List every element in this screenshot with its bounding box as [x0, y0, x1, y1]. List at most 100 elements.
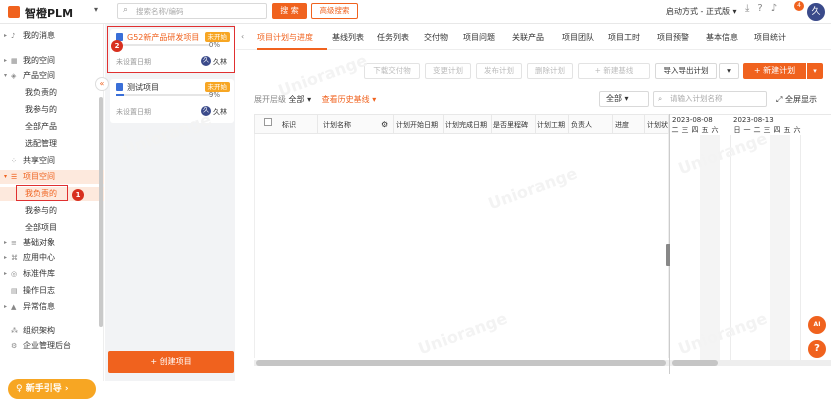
help-button[interactable]: ? — [808, 340, 826, 358]
nav-exceptions[interactable]: ▸ ▲ 异常信息 — [0, 300, 104, 314]
bell-icon: ♪ — [11, 32, 16, 40]
tab-tasks[interactable]: 任务列表 — [377, 32, 409, 43]
col-id[interactable]: 标识 — [282, 120, 296, 130]
col-milestone[interactable]: 是否里程碑 — [493, 120, 528, 130]
gantt-day: 日 — [733, 126, 741, 134]
col-plan-name[interactable]: 计划名称 — [323, 120, 351, 130]
create-project-button[interactable]: + 创建项目 — [108, 351, 234, 373]
tab-team[interactable]: 项目团队 — [562, 32, 594, 43]
delete-plan-button[interactable]: 删除计划 — [527, 63, 573, 79]
tab-basic-info[interactable]: 基本信息 — [706, 32, 738, 43]
org-icon: ⁂ — [11, 327, 18, 335]
download-icon[interactable]: ⤓ — [745, 3, 749, 14]
bulb-icon: ♀ — [16, 384, 26, 394]
nav-project-all[interactable]: 全部项目 — [0, 221, 104, 235]
tab-plan-progress[interactable]: 项目计划与进度 — [257, 32, 313, 43]
advanced-search-button[interactable]: 高级搜索 — [311, 3, 358, 19]
nav-standard-parts[interactable]: ▸ ◎ 标准件库 — [0, 267, 104, 281]
col-progress[interactable]: 进度 — [615, 120, 629, 130]
tab-deliverables[interactable]: 交付物 — [424, 32, 448, 43]
nav-enterprise-admin[interactable]: ⚙ 企业管理后台 — [0, 339, 104, 353]
user-avatar[interactable]: 久 — [807, 3, 825, 21]
project-list-panel: G52新产品研发项目 未开始 0% 未设置日期 久 久林 测试项目 未开始 9%… — [105, 24, 235, 381]
help-icon[interactable]: ? — [757, 3, 762, 14]
nav-product-joined[interactable]: 我参与的 — [0, 103, 104, 117]
plan-search-input[interactable]: ⌕ 请输入计划名称 — [653, 91, 767, 107]
nav-shared-space[interactable]: ⁘ 共享空间 — [0, 154, 104, 168]
search-icon: ⌕ — [123, 5, 129, 15]
tab-products[interactable]: 关联产品 — [512, 32, 544, 43]
nav-product-all[interactable]: 全部产品 — [0, 120, 104, 134]
warning-icon: ▲ — [11, 303, 17, 311]
table-horizontal-scrollbar[interactable] — [254, 360, 669, 366]
gantt-day: 六 — [711, 126, 719, 134]
import-export-dropdown[interactable]: ▾ — [719, 63, 739, 79]
app-logo-text: 智橙PLM — [25, 7, 74, 20]
search-button[interactable]: 搜 索 — [272, 3, 307, 19]
tab-issues[interactable]: 项目问题 — [463, 32, 495, 43]
tab-baselines[interactable]: 基线列表 — [332, 32, 364, 43]
main-content: ‹ 项目计划与进度 基线列表 任务列表 交付物 项目问题 关联产品 项目团队 项… — [236, 24, 831, 381]
project-date: 未设置日期 — [116, 108, 151, 116]
select-all-checkbox[interactable] — [264, 118, 272, 126]
nav-product-space[interactable]: ▾ ◈ 产品空间 — [0, 69, 104, 83]
history-baseline-link[interactable]: 查看历史基线 ▾ — [322, 95, 377, 104]
nav-base-objects[interactable]: ▸ ≡ 基础对象 — [0, 236, 104, 250]
gantt-day: 四 — [773, 126, 781, 134]
gantt-horizontal-scrollbar[interactable] — [670, 360, 831, 366]
nav-my-space[interactable]: ▸ ▦ 我的空间 — [0, 54, 104, 68]
col-plan-status[interactable]: 计划状 — [647, 120, 668, 130]
nav-project-space[interactable]: ▾ ☰ 项目空间 — [0, 170, 104, 184]
step-marker-2: 2 — [111, 40, 123, 52]
project-name: 测试项目 — [127, 83, 159, 92]
tab-warnings[interactable]: 项目预警 — [657, 32, 689, 43]
column-settings-icon[interactable]: ⚙ — [381, 120, 388, 129]
start-mode-dropdown[interactable]: 启动方式 - 正式版 ▾ — [666, 6, 737, 17]
search-placeholder: 搜索名称/编码 — [136, 7, 184, 16]
nav-project-joined[interactable]: 我参与的 — [0, 204, 104, 218]
tab-scroll-left-icon[interactable]: ‹ — [241, 32, 244, 41]
project-card[interactable]: 测试项目 未开始 9% 未设置日期 久 久林 — [110, 79, 234, 123]
status-filter-select[interactable]: 全部 ▾ — [599, 91, 649, 107]
global-search-input[interactable]: ⌕ 搜索名称/编码 — [117, 3, 267, 19]
project-icon: ☰ — [11, 173, 18, 181]
fullscreen-button[interactable]: ⤢ 全屏显示 — [776, 94, 817, 105]
tab-hours[interactable]: 项目工时 — [608, 32, 640, 43]
download-deliverables-button[interactable]: 下载交付物 — [364, 63, 420, 79]
sidebar-scrollbar[interactable] — [99, 97, 103, 327]
library-icon: ◎ — [11, 270, 18, 278]
nav-my-messages[interactable]: ▸ ♪ 我的消息 — [0, 29, 104, 43]
highlight-outline-mine — [16, 185, 68, 201]
collapse-sidebar-icon[interactable]: « — [95, 77, 109, 91]
col-plan-start[interactable]: 计划开始日期 — [396, 120, 438, 130]
tab-statistics[interactable]: 项目统计 — [754, 32, 786, 43]
gantt-day: 四 — [691, 126, 699, 134]
beginner-guide-button[interactable]: ♀ 新手引导 › — [8, 379, 96, 399]
owner-name: 久林 — [213, 108, 227, 116]
gantt-week-label: 2023-08-08 — [672, 116, 713, 124]
new-plan-dropdown[interactable]: ▾ — [807, 63, 823, 79]
import-export-button[interactable]: 导入导出计划 — [655, 63, 717, 79]
change-plan-button[interactable]: 变更计划 — [425, 63, 471, 79]
col-owner[interactable]: 负责人 — [571, 120, 592, 130]
step-marker-1: 1 — [72, 189, 84, 201]
nav-app-center[interactable]: ▸ ⌘ 应用中心 — [0, 251, 104, 265]
nav-product-mine[interactable]: 我负责的 — [0, 86, 104, 100]
bell-icon[interactable]: ♪ — [771, 3, 777, 14]
col-duration[interactable]: 计划工期 — [537, 120, 565, 130]
grid-icon: ▦ — [11, 57, 18, 65]
header-icons: ⤓? ♪ — [745, 3, 785, 14]
nav-operation-log[interactable]: ▤ 操作日志 — [0, 284, 104, 298]
notification-badge: 4 — [794, 1, 804, 11]
workspace-dropdown-icon[interactable]: ▾ — [94, 5, 98, 14]
new-plan-button[interactable]: + 新建计划 — [743, 63, 806, 79]
ai-assistant-button[interactable]: AI — [808, 316, 826, 334]
col-plan-end[interactable]: 计划完成日期 — [445, 120, 487, 130]
gantt-day: 五 — [701, 126, 709, 134]
progress-fill — [116, 94, 125, 96]
nav-option-management[interactable]: 选配管理 — [0, 137, 104, 151]
progress-bar — [116, 94, 210, 96]
new-baseline-button[interactable]: + 新建基线 — [578, 63, 650, 79]
nav-org-structure[interactable]: ⁂ 组织架构 — [0, 324, 104, 338]
publish-plan-button[interactable]: 发布计划 — [476, 63, 522, 79]
